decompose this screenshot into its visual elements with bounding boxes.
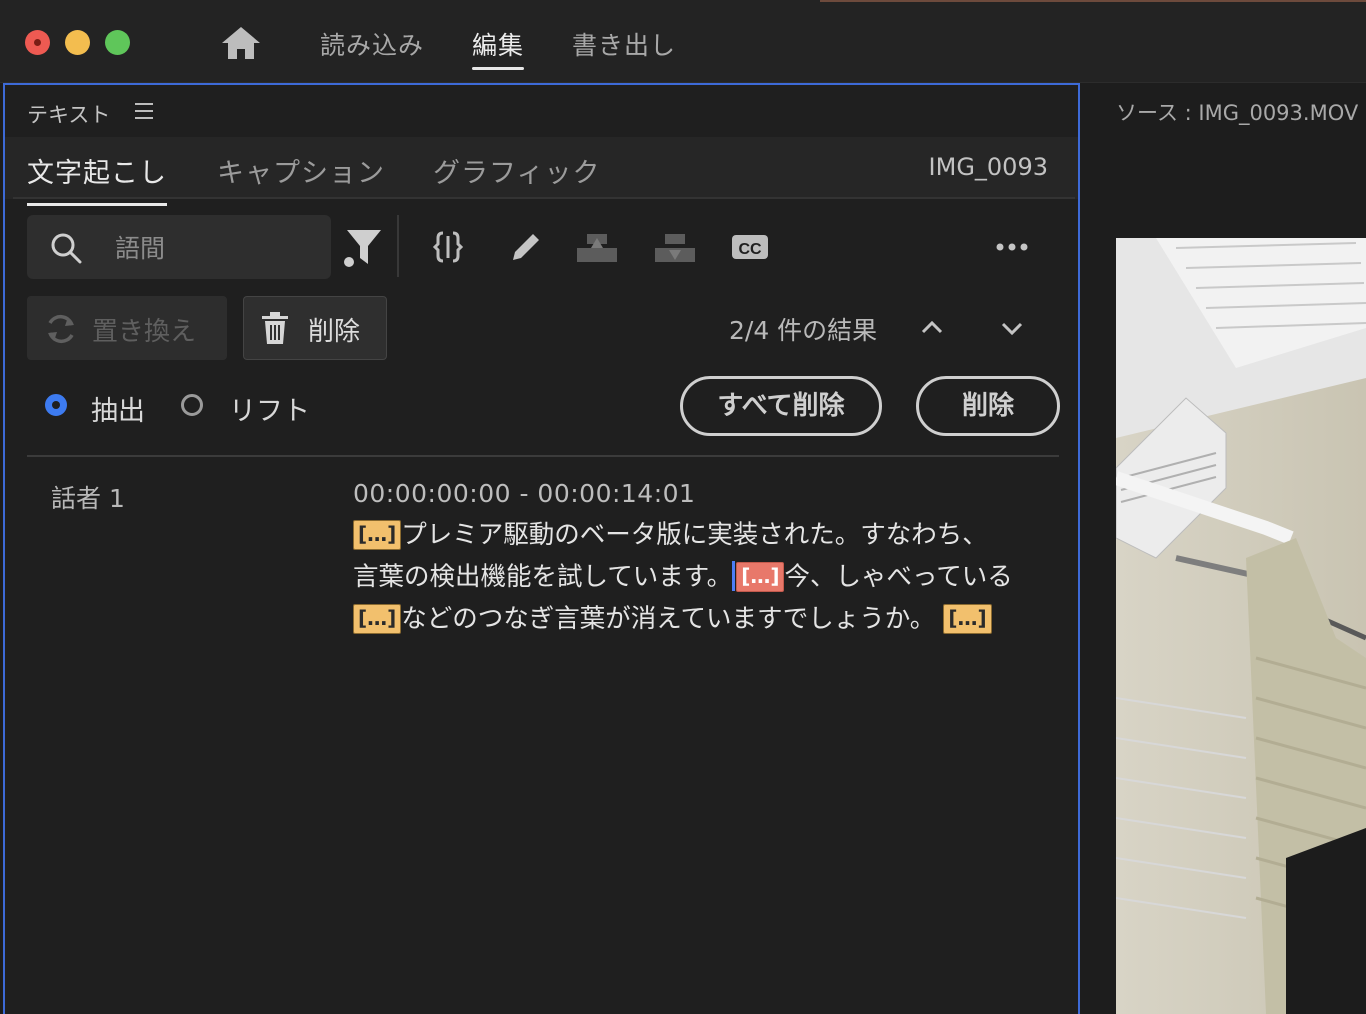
search-input[interactable]: 語間: [27, 215, 331, 279]
close-window-button[interactable]: [25, 30, 50, 55]
pause-tag[interactable]: […]: [353, 604, 402, 634]
lift-label: リフト: [229, 396, 310, 427]
pause-tag[interactable]: […]: [353, 520, 402, 550]
more-options-icon[interactable]: [993, 228, 1031, 266]
merge-segments-icon[interactable]: [429, 228, 467, 266]
clip-name: IMG_0093: [928, 153, 1048, 181]
delete-all-button[interactable]: すべて削除: [680, 376, 882, 436]
extract-label: 抽出: [91, 396, 145, 427]
title-bar: 読み込み 編集 書き出し: [0, 0, 1366, 83]
text-panel: テキスト 文字起こし キャプション グラフィック IMG_0093 語間 CC …: [3, 83, 1080, 1014]
nav-tab-import[interactable]: 読み込み: [320, 26, 424, 62]
video-frame-image: [1116, 238, 1366, 1014]
search-placeholder: 語間: [115, 234, 166, 263]
replace-button[interactable]: 置き換え: [27, 296, 227, 360]
replace-label: 置き換え: [92, 317, 197, 347]
delete-selected-button[interactable]: 削除: [916, 376, 1060, 436]
panel-tabs: 文字起こし キャプション グラフィック IMG_0093: [5, 137, 1078, 206]
source-label: ソース : IMG_0093.MOV: [1116, 101, 1359, 125]
text-cursor: [732, 561, 736, 591]
delete-label: 削除: [308, 317, 361, 347]
tab-graphics[interactable]: グラフィック: [433, 151, 600, 190]
minimize-window-button[interactable]: [65, 30, 90, 55]
transcript-segment: 今、しゃべっている: [784, 562, 1013, 592]
video-preview[interactable]: [1116, 238, 1366, 1014]
home-icon[interactable]: [220, 25, 262, 61]
edit-pencil-icon[interactable]: [507, 228, 545, 266]
extract-radio[interactable]: [45, 394, 67, 416]
search-icon: [51, 233, 82, 264]
section-divider: [27, 455, 1059, 457]
chevron-down-icon[interactable]: [999, 315, 1025, 341]
trash-icon: [262, 312, 288, 344]
source-monitor: ソース : IMG_0093.MOV: [1082, 83, 1366, 1014]
toolbar-divider: [397, 215, 399, 277]
pause-tag-selected[interactable]: […]: [736, 562, 785, 592]
search-results-count: 2/4 件の結果: [729, 316, 878, 345]
transcript-text[interactable]: […] プレミア駆動のベータ版に実装された。すなわち、言葉の検出機能を試しています…: [353, 514, 1013, 640]
nav-tab-edit[interactable]: 編集: [472, 26, 525, 70]
transcript-segment: などのつなぎ言葉が消えていますでしょうか。: [401, 604, 936, 634]
insert-above-icon[interactable]: [575, 228, 619, 266]
zoom-window-button[interactable]: [105, 30, 130, 55]
tab-transcript[interactable]: 文字起こし: [27, 151, 167, 206]
filter-icon[interactable]: [341, 226, 385, 270]
panel-menu-icon[interactable]: [135, 103, 153, 124]
delete-button[interactable]: 削除: [243, 296, 387, 360]
tabs-divider: [13, 197, 1075, 199]
chevron-up-icon[interactable]: [919, 315, 945, 341]
pause-tag[interactable]: […]: [943, 604, 992, 634]
svg-text:CC: CC: [738, 241, 762, 258]
captions-cc-icon[interactable]: CC: [731, 228, 769, 266]
panel-title: テキスト: [27, 103, 111, 127]
window-edge: [820, 0, 1366, 2]
lift-radio[interactable]: [181, 394, 203, 416]
nav-tab-export[interactable]: 書き出し: [572, 26, 676, 62]
replace-icon: [48, 314, 74, 344]
tab-captions[interactable]: キャプション: [217, 151, 385, 190]
segment-timecode: 00:00:00:00 - 00:00:14:01: [353, 479, 696, 508]
speaker-label[interactable]: 話者 1: [51, 479, 125, 515]
insert-below-icon[interactable]: [653, 228, 697, 266]
